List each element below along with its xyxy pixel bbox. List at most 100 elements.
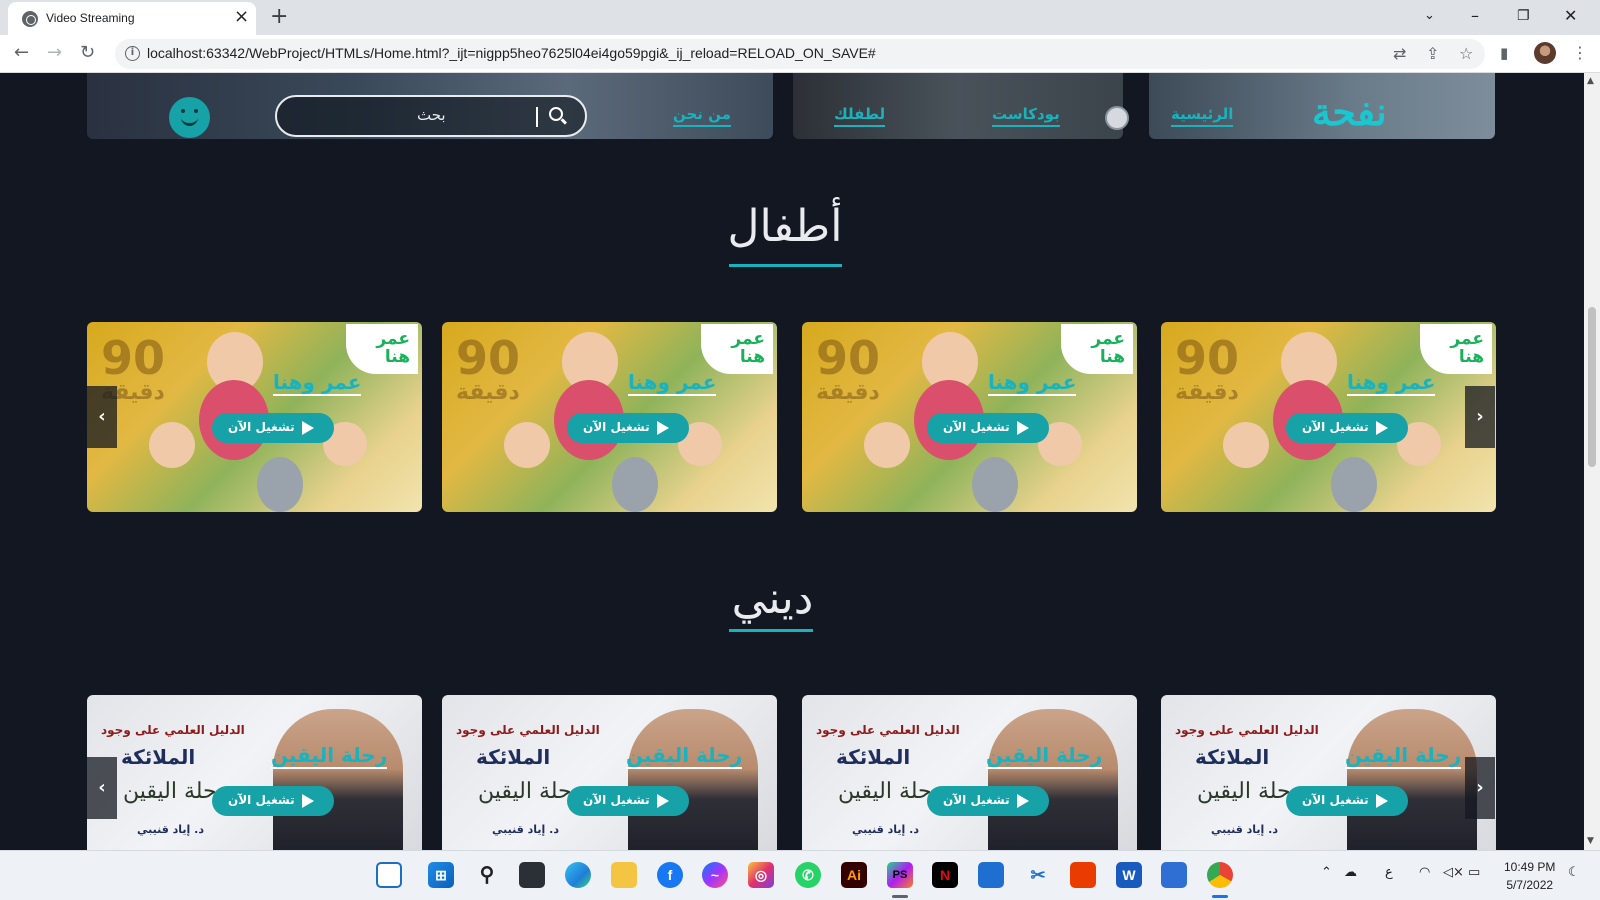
battery-icon[interactable]: ▭ bbox=[1468, 865, 1480, 880]
browser-menu-icon[interactable]: ⋮ bbox=[1572, 43, 1588, 62]
minimize-icon[interactable]: – bbox=[1471, 4, 1479, 28]
play-now-button[interactable]: تشغيل الآن bbox=[212, 413, 334, 443]
show-badge-text: عمر هنا bbox=[1450, 329, 1484, 367]
show-badge: عمر هنا bbox=[346, 324, 418, 374]
phpstorm-icon[interactable]: PS bbox=[887, 862, 913, 888]
browser-tab[interactable]: Video Streaming × bbox=[8, 2, 256, 35]
profile-avatar[interactable] bbox=[1534, 42, 1556, 64]
play-now-button[interactable]: تشغيل الآن bbox=[1286, 786, 1408, 816]
start-icon[interactable]: ⊞ bbox=[428, 862, 454, 888]
author-name: د. إياد قنيبي bbox=[492, 823, 559, 836]
volume-muted-icon[interactable]: ◁× bbox=[1443, 865, 1464, 880]
nav-link-about[interactable]: من نحن bbox=[673, 105, 731, 127]
chevron-right-icon[interactable]: › bbox=[1465, 386, 1495, 448]
messenger-icon[interactable]: ~ bbox=[702, 862, 728, 888]
play-now-button[interactable]: تشغيل الآن bbox=[212, 786, 334, 816]
author-name: د. إياد قنيبي bbox=[1211, 823, 1278, 836]
chrome-icon[interactable] bbox=[1207, 862, 1233, 888]
video-card[interactable]: 90 دقيقة عمر هنا عمر وهنا تشغيل الآن bbox=[442, 322, 777, 512]
translate-icon[interactable]: ⇄ bbox=[1393, 44, 1406, 64]
nav-link-home[interactable]: الرئيسية bbox=[1171, 105, 1234, 127]
url-text[interactable]: localhost:63342/WebProject/HTMLs/Home.ht… bbox=[147, 45, 876, 61]
close-tab-icon[interactable]: × bbox=[234, 7, 249, 27]
play-icon bbox=[1017, 794, 1029, 808]
back-icon[interactable]: ← bbox=[14, 43, 29, 63]
browser-tab-strip: Video Streaming × + ⌄ – ❐ ✕ bbox=[0, 0, 1600, 35]
show-badge-text: عمر هنا bbox=[731, 329, 765, 367]
bookmark-star-icon[interactable]: ☆ bbox=[1459, 44, 1473, 64]
play-now-button[interactable]: تشغيل الآن bbox=[1286, 413, 1408, 443]
whatsapp-icon[interactable]: ✆ bbox=[795, 862, 821, 888]
podcast-icon bbox=[1105, 106, 1129, 130]
facebook-icon[interactable]: f bbox=[657, 862, 683, 888]
office-icon[interactable] bbox=[1070, 862, 1096, 888]
chrome-active-indicator bbox=[1212, 895, 1228, 898]
scroll-up-icon[interactable]: ▲ bbox=[1587, 76, 1594, 86]
section-underline bbox=[729, 264, 842, 267]
video-card[interactable]: الدليل العلمي على وجود الملائكة رحلة اليقي… bbox=[1161, 695, 1496, 850]
task-view-icon[interactable] bbox=[519, 862, 545, 888]
widgets-icon[interactable] bbox=[376, 862, 402, 888]
page-viewport: بحث من نحن لطفلك بودكاست الرئيسية نفحة أ… bbox=[0, 73, 1584, 850]
search-input[interactable]: بحث bbox=[417, 106, 446, 124]
window-close-icon[interactable]: ✕ bbox=[1564, 4, 1577, 28]
video-card[interactable]: 90 دقيقة عمر هنا عمر وهنا تشغيل الآن bbox=[1161, 322, 1496, 512]
video-card[interactable]: الدليل العلمي على وجود الملائكة رحلة اليقي… bbox=[802, 695, 1137, 850]
system-clock[interactable]: 10:49 PM 5/7/2022 bbox=[1504, 858, 1555, 894]
smiley-logo-icon[interactable] bbox=[169, 97, 210, 138]
wifi-icon[interactable]: ◠ bbox=[1419, 865, 1430, 880]
scroll-down-icon[interactable]: ▼ bbox=[1587, 836, 1594, 846]
search-taskbar-icon[interactable]: ⚲ bbox=[474, 862, 500, 888]
author-name: د. إياد قنيبي bbox=[852, 823, 919, 836]
notepad-icon[interactable] bbox=[1161, 862, 1187, 888]
side-panel-icon[interactable]: ▮ bbox=[1500, 43, 1508, 63]
play-now-button[interactable]: تشغيل الآن bbox=[567, 786, 689, 816]
chevron-left-icon[interactable]: ‹ bbox=[87, 757, 117, 819]
show-title: عمر وهنا bbox=[628, 370, 717, 396]
play-icon bbox=[1017, 421, 1029, 435]
instagram-icon[interactable]: ◎ bbox=[748, 862, 774, 888]
chevron-left-icon[interactable]: ‹ bbox=[87, 386, 117, 448]
cartoon-character bbox=[972, 457, 1018, 512]
nav-link-kids[interactable]: لطفلك bbox=[834, 105, 886, 127]
site-info-icon[interactable]: i bbox=[125, 46, 140, 61]
word-icon[interactable]: W bbox=[1116, 862, 1142, 888]
duration-number: 90 bbox=[1175, 331, 1240, 385]
video-card[interactable]: الدليل العلمي على وجود الملائكة رحلة اليقي… bbox=[442, 695, 777, 850]
play-now-button[interactable]: تشغيل الآن bbox=[567, 413, 689, 443]
new-tab-button[interactable]: + bbox=[270, 4, 288, 30]
notification-icon[interactable]: ☾ bbox=[1568, 865, 1580, 880]
play-now-button[interactable]: تشغيل الآن bbox=[927, 413, 1049, 443]
store-icon[interactable] bbox=[978, 862, 1004, 888]
series-title: رحلة اليقين bbox=[626, 743, 743, 769]
illustrator-icon[interactable]: Ai bbox=[841, 862, 867, 888]
restore-icon[interactable]: ❐ bbox=[1517, 4, 1530, 28]
video-card[interactable]: الدليل العلمي على وجود الملائكة رحلة اليقي… bbox=[87, 695, 422, 850]
onedrive-icon[interactable]: ☁ bbox=[1344, 865, 1357, 880]
share-icon[interactable]: ⇪ bbox=[1426, 44, 1439, 64]
forward-icon[interactable]: → bbox=[47, 43, 62, 63]
show-badge: عمر هنا bbox=[701, 324, 773, 374]
video-topic: الملائكة bbox=[121, 745, 196, 769]
file-explorer-icon[interactable] bbox=[611, 862, 637, 888]
video-topic: الملائكة bbox=[836, 745, 911, 769]
search-icon[interactable] bbox=[549, 107, 563, 121]
tray-overflow-icon[interactable]: ⌃ bbox=[1321, 865, 1332, 880]
search-bar[interactable]: بحث bbox=[275, 95, 587, 137]
omnibox[interactable]: i localhost:63342/WebProject/HTMLs/Home.… bbox=[115, 39, 1485, 69]
brand-logo[interactable]: نفحة bbox=[1312, 90, 1387, 134]
nav-link-podcast[interactable]: بودكاست bbox=[992, 105, 1060, 127]
play-now-label: تشغيل الآن bbox=[943, 420, 1010, 434]
scrollbar-thumb[interactable] bbox=[1588, 307, 1596, 467]
reload-icon[interactable]: ↻ bbox=[80, 43, 95, 63]
edge-icon[interactable] bbox=[565, 862, 591, 888]
video-card[interactable]: 90 دقيقة عمر هنا عمر وهنا تشغيل الآن bbox=[87, 322, 422, 512]
chevron-right-icon[interactable]: › bbox=[1465, 757, 1495, 819]
play-now-button[interactable]: تشغيل الآن bbox=[927, 786, 1049, 816]
snipping-tool-icon[interactable]: ✂ bbox=[1025, 862, 1051, 888]
netflix-icon[interactable]: N bbox=[932, 862, 958, 888]
tab-search-icon[interactable]: ⌄ bbox=[1424, 4, 1435, 28]
input-language[interactable]: ع bbox=[1385, 865, 1393, 880]
page-scrollbar[interactable]: ▲ ▼ bbox=[1584, 73, 1600, 850]
video-card[interactable]: 90 دقيقة عمر هنا عمر وهنا تشغيل الآن bbox=[802, 322, 1137, 512]
